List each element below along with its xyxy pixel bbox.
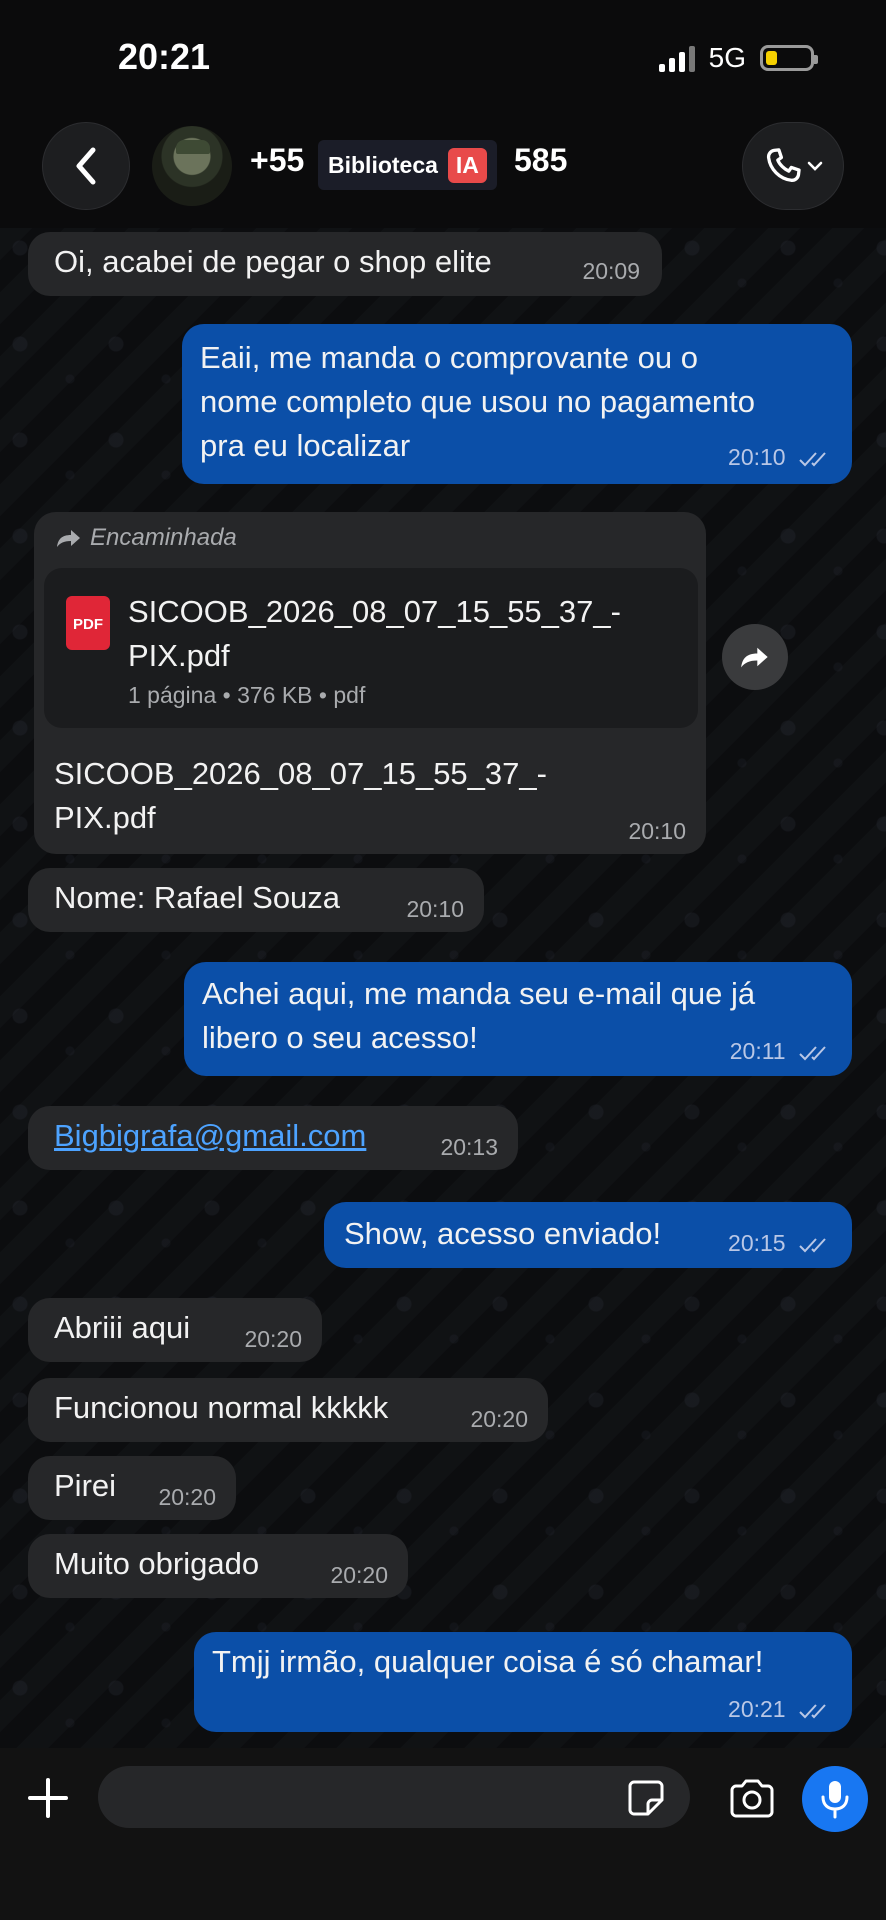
overlay-label: Biblioteca [328, 151, 438, 178]
message-incoming[interactable]: Bigbigrafa@gmail.com 20:13 [28, 1106, 518, 1170]
message-time: 20:10 [628, 818, 686, 844]
back-button[interactable] [42, 122, 130, 210]
contact-name-prefix: +55 [250, 142, 305, 178]
message-input[interactable] [98, 1766, 690, 1828]
message-text: Show, acesso enviado! [344, 1216, 662, 1251]
message-incoming[interactable]: Funcionou normal kkkkk 20:20 [28, 1378, 548, 1442]
share-arrow-icon [741, 647, 768, 668]
message-incoming[interactable]: Oi, acabei de pegar o shop elite 20:09 [28, 232, 662, 296]
document-caption: SICOOB_2026_08_07_15_55_37_- PIX.pdf [54, 756, 547, 835]
message-time-label: 20:11 [729, 1038, 786, 1064]
message-outgoing[interactable]: Tmjj irmão, qualquer coisa é só chamar! … [194, 1632, 852, 1732]
microphone-button[interactable] [802, 1766, 868, 1832]
contact-avatar[interactable] [152, 126, 232, 206]
call-button[interactable] [742, 122, 844, 210]
chevron-left-icon [76, 147, 96, 185]
sticker-icon [628, 1780, 664, 1816]
message-time: 20:20 [470, 1406, 528, 1432]
double-check-icon [799, 452, 826, 467]
double-check-icon [799, 1704, 826, 1719]
message-incoming[interactable]: Abriii aqui 20:20 [28, 1298, 322, 1362]
message-outgoing[interactable]: Achei aqui, me manda seu e-mail que já l… [184, 962, 852, 1076]
message-text: Eaii, me manda o comprovante ou o nome c… [200, 340, 755, 463]
double-check-icon [799, 1046, 826, 1061]
forwarded-text: Encaminhada [90, 524, 237, 551]
message-time-label: 20:15 [728, 1230, 786, 1256]
message-outgoing[interactable]: Show, acesso enviado! 20:15 [324, 1202, 852, 1268]
forward-arrow-icon [57, 530, 80, 547]
message-outgoing[interactable]: Eaii, me manda o comprovante ou o nome c… [182, 324, 852, 484]
overlay-tag: IA [447, 147, 487, 183]
message-text: Oi, acabei de pegar o shop elite [54, 244, 492, 279]
sticker-button[interactable] [626, 1778, 666, 1818]
message-time: 20:15 [728, 1230, 830, 1257]
camera-button[interactable] [728, 1778, 776, 1818]
message-time: 20:20 [244, 1326, 302, 1352]
chat-header: +55 585 Biblioteca IA [0, 118, 886, 218]
contact-name-suffix: 585 [514, 142, 568, 178]
message-text: Abriii aqui [54, 1310, 191, 1345]
phone-icon [766, 148, 801, 182]
message-time: 20:10 [728, 444, 830, 471]
message-text: Muito obrigado [54, 1546, 260, 1581]
message-text: Achei aqui, me manda seu e-mail que já l… [202, 976, 756, 1055]
composer-bar [0, 1748, 886, 1920]
status-indicators: 5G [658, 42, 818, 74]
message-text: Tmjj irmão, qualquer coisa é só chamar! [212, 1644, 764, 1679]
message-time-label: 20:21 [728, 1696, 786, 1722]
battery-icon [760, 45, 818, 71]
message-time-label: 20:10 [728, 444, 786, 470]
microphone-icon [821, 1781, 849, 1819]
double-check-icon [799, 1238, 826, 1253]
message-time: 20:11 [730, 1038, 830, 1065]
plus-icon [28, 1778, 68, 1818]
document-file-name: SICOOB_2026_08_07_15_55_37_- PIX.pdf [128, 594, 621, 673]
document-card[interactable]: PDF SICOOB_2026_08_07_15_55_37_- PIX.pdf… [44, 568, 698, 728]
message-incoming[interactable]: Pirei 20:20 [28, 1456, 236, 1520]
contact-name[interactable]: +55 585 [250, 142, 567, 179]
message-incoming[interactable]: Nome: Rafael Souza 20:10 [28, 868, 484, 932]
message-time: 20:21 [728, 1696, 830, 1723]
message-document[interactable]: Encaminhada PDF SICOOB_2026_08_07_15_55_… [34, 512, 706, 854]
library-ia-overlay: Biblioteca IA [318, 140, 497, 190]
status-time: 20:21 [118, 36, 211, 77]
message-incoming[interactable]: Muito obrigado 20:20 [28, 1534, 408, 1598]
network-label: 5G [708, 42, 746, 73]
forward-share-button[interactable] [722, 624, 788, 690]
message-time: 20:20 [158, 1484, 216, 1510]
message-time: 20:13 [440, 1134, 498, 1160]
document-meta: 1 página • 376 KB • pdf [128, 682, 366, 708]
message-text: Nome: Rafael Souza [54, 880, 341, 915]
email-link[interactable]: Bigbigrafa@gmail.com [54, 1114, 366, 1158]
signal-icon [658, 44, 695, 72]
attach-button[interactable] [24, 1774, 72, 1822]
message-time: 20:10 [406, 896, 464, 922]
pdf-file-icon: PDF [66, 596, 110, 650]
camera-icon [730, 1779, 774, 1818]
forwarded-label: Encaminhada [56, 524, 237, 552]
chevron-down-icon [807, 161, 823, 171]
message-text: Funcionou normal kkkkk [54, 1390, 389, 1425]
message-text: Pirei [54, 1468, 117, 1503]
message-time: 20:20 [330, 1562, 388, 1588]
message-time: 20:09 [582, 258, 640, 284]
